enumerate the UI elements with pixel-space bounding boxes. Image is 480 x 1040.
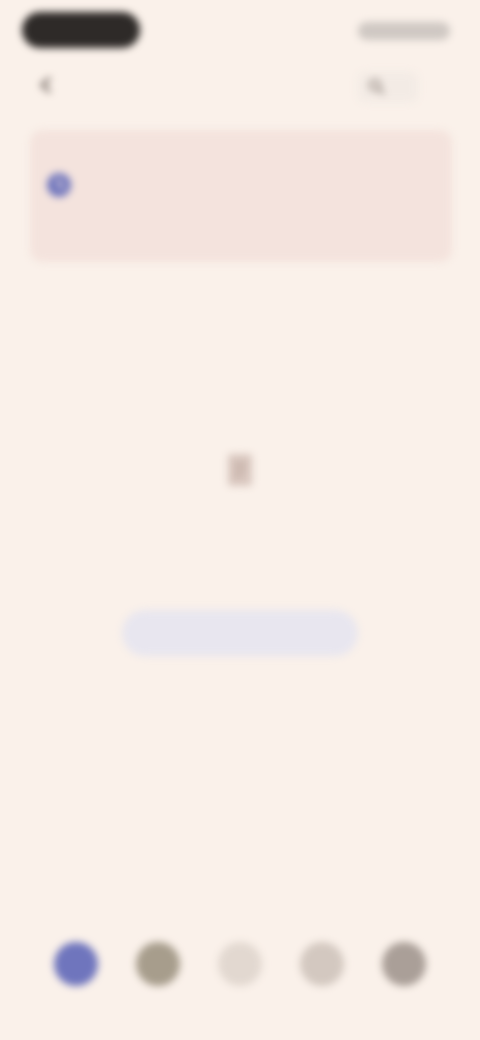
document-icon — [216, 446, 264, 494]
top-app-bar — [0, 62, 480, 110]
chat-icon — [300, 942, 344, 986]
plus-icon — [218, 942, 262, 986]
nav-item-profile[interactable] — [376, 942, 432, 1022]
grid-icon — [136, 942, 180, 986]
arrow-left-icon[interactable] — [36, 74, 58, 96]
home-icon — [54, 942, 98, 986]
search-icon — [368, 78, 386, 96]
empty-state-action-button[interactable] — [122, 610, 358, 656]
nav-item-chat[interactable] — [294, 942, 350, 1022]
bottom-navigation — [0, 930, 480, 1040]
info-banner[interactable] — [30, 130, 452, 262]
profile-icon — [382, 942, 426, 986]
nav-item-home[interactable] — [48, 942, 104, 1022]
status-bar-indicators — [358, 22, 450, 40]
clock-icon — [44, 170, 74, 200]
search-button[interactable] — [358, 72, 418, 102]
page-title — [200, 76, 280, 96]
nav-item-grid[interactable] — [130, 942, 186, 1022]
status-bar-pill — [22, 12, 140, 48]
nav-item-add[interactable] — [212, 942, 268, 1022]
